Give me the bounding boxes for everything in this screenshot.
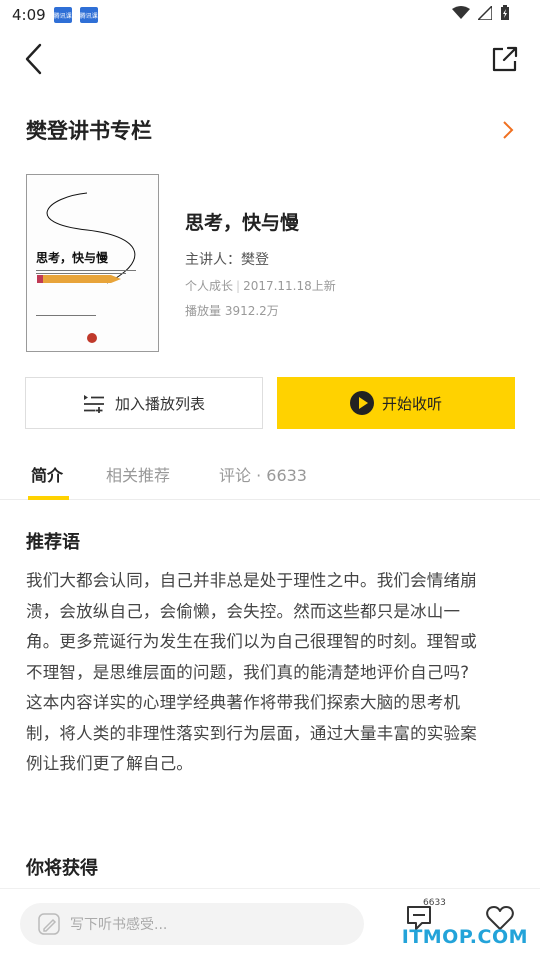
intro-line: 角。更多荒诞行为发生在我们以为自己很理智的时刻。理智或 bbox=[26, 632, 477, 651]
wifi-icon bbox=[452, 6, 470, 19]
watermark-logo: ITMOP.COM bbox=[401, 926, 528, 948]
book-cover[interactable]: 思考，快与慢 bbox=[26, 174, 159, 352]
book-title: 思考，快与慢 bbox=[185, 212, 300, 234]
intro-line: 制，将人类的非理性落实到行为层面，通过大量丰富的实验案 bbox=[26, 723, 477, 743]
pen-icon bbox=[38, 913, 60, 935]
book-info: 思考，快与慢 主讲人：樊登 个人成长 | 2017.11.18上新 播放量 3912… bbox=[185, 208, 336, 319]
book-category: 个人成长 bbox=[185, 279, 234, 293]
add-to-playlist-label: 加入播放列表 bbox=[114, 394, 205, 413]
cover-text-line bbox=[36, 273, 126, 274]
play-icon bbox=[349, 391, 374, 415]
publisher-logo bbox=[87, 333, 97, 343]
cover-title: 思考，快与慢 bbox=[36, 251, 109, 265]
book-meta: 个人成长 | 2017.11.18上新 bbox=[185, 277, 336, 294]
tab-related[interactable]: 相关推荐 bbox=[106, 462, 170, 486]
book-speaker: 主讲人：樊登 bbox=[185, 252, 269, 268]
column-title: 樊登讲书专栏 bbox=[26, 119, 152, 143]
meta-divider: | bbox=[236, 279, 241, 293]
start-listening-button[interactable]: 开始收听 bbox=[277, 377, 515, 429]
signal-icon bbox=[478, 6, 492, 20]
cover-text-line bbox=[36, 270, 136, 271]
intro-line: 例让我们更了解自己。 bbox=[26, 754, 193, 773]
comment-placeholder: 写下听书感受... bbox=[70, 917, 168, 933]
intro-text: 我们大都会认同，自己并非总是处于理性之中。我们会情绪崩 溃，会放纵自己，会偷懒，… bbox=[26, 566, 514, 780]
add-to-playlist-button[interactable]: 加入播放列表 bbox=[25, 377, 263, 429]
start-listening-label: 开始收听 bbox=[381, 394, 442, 413]
gain-heading: 你将获得 bbox=[26, 858, 98, 879]
share-icon[interactable] bbox=[490, 44, 520, 74]
tab-intro[interactable]: 简介 bbox=[31, 462, 63, 486]
column-link[interactable]: 樊登讲书专栏 bbox=[26, 108, 516, 152]
book-plays: 播放量 3912.2万 bbox=[185, 304, 279, 318]
comment-input[interactable]: 写下听书感受... bbox=[20, 903, 364, 945]
book-date: 2017.11.18上新 bbox=[243, 279, 336, 293]
playlist-add-icon bbox=[83, 395, 104, 413]
tab-indicator bbox=[28, 496, 69, 500]
intro-line: 不理智，是思维层面的问题，我们真的能清楚地评价自己吗? bbox=[26, 662, 470, 682]
intro-line: 溃，会放纵自己，会偷懒，会失控。然而这些都只是冰山一 bbox=[26, 601, 461, 621]
cover-text-line bbox=[36, 315, 96, 316]
back-icon[interactable] bbox=[20, 42, 52, 76]
tab-bar: 简介 相关推荐 评论 · 6633 bbox=[0, 448, 540, 500]
app-notification-icon: 腾讯课 bbox=[79, 7, 98, 23]
intro-line: 我们大都会认同，自己并非总是处于理性之中。我们会情绪崩 bbox=[26, 571, 477, 590]
intro-heading: 推荐语 bbox=[26, 532, 80, 553]
status-time: 4:09 bbox=[12, 6, 46, 24]
intro-line: 这本内容详实的心理学经典著作将带我们探索大脑的思考机 bbox=[26, 693, 461, 712]
app-notification-icon: 腾讯课 bbox=[53, 7, 72, 23]
tab-comments[interactable]: 评论 · 6633 bbox=[219, 462, 307, 486]
battery-icon bbox=[501, 5, 509, 20]
comment-count-badge: 6633 bbox=[423, 898, 446, 908]
bottom-bar: 写下听书感受... 6633 bbox=[0, 888, 540, 960]
status-icons bbox=[452, 5, 510, 21]
chevron-right-icon bbox=[503, 121, 514, 139]
status-bar: 4:09 腾讯课 腾讯课 bbox=[0, 0, 540, 30]
top-bar bbox=[0, 30, 540, 90]
